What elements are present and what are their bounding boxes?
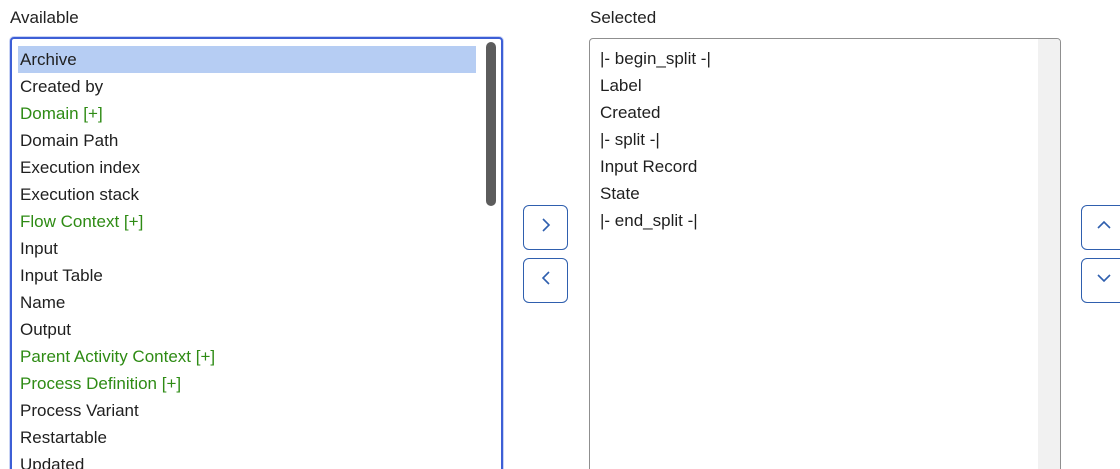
chevron-left-icon <box>538 270 554 291</box>
available-option[interactable]: Execution index <box>18 154 476 181</box>
available-option[interactable]: Restartable <box>18 424 476 451</box>
add-button[interactable] <box>523 205 568 250</box>
available-scrollbar-thumb[interactable] <box>486 42 496 206</box>
available-option[interactable]: Input <box>18 235 476 262</box>
available-items: Archive Created by Domain [+] Domain Path Ex… <box>18 46 476 469</box>
available-option[interactable]: Input Table <box>18 262 476 289</box>
available-list[interactable]: Archive Created by Domain [+] Domain Path Ex… <box>10 37 503 469</box>
available-option[interactable]: Domain Path <box>18 127 476 154</box>
selected-list[interactable]: |- begin_split -| Label Created |- split -|… <box>589 38 1061 469</box>
chevron-down-icon <box>1096 270 1112 291</box>
available-option[interactable]: Domain [+] <box>18 100 476 127</box>
chevron-up-icon <box>1096 217 1112 238</box>
available-option[interactable]: Archive <box>18 46 476 73</box>
selected-option[interactable]: |- begin_split -| <box>598 45 1028 72</box>
selected-option[interactable]: |- end_split -| <box>598 207 1028 234</box>
selected-heading: Selected <box>590 8 657 27</box>
move-up-button[interactable] <box>1081 205 1120 250</box>
available-option[interactable]: Created by <box>18 73 476 100</box>
selected-items: |- begin_split -| Label Created |- split -|… <box>598 45 1028 234</box>
available-option[interactable]: Parent Activity Context [+] <box>18 343 476 370</box>
available-option[interactable]: Flow Context [+] <box>18 208 476 235</box>
selected-option[interactable]: |- split -| <box>598 126 1028 153</box>
remove-button[interactable] <box>523 258 568 303</box>
available-scrollbar[interactable] <box>481 39 499 469</box>
available-option[interactable]: Name <box>18 289 476 316</box>
available-option[interactable]: Process Definition [+] <box>18 370 476 397</box>
chevron-right-icon <box>538 217 554 238</box>
available-option[interactable]: Execution stack <box>18 181 476 208</box>
slushbucket-field-picker: Available Selected Archive Created by Doma… <box>0 0 1120 469</box>
available-option[interactable]: Output <box>18 316 476 343</box>
available-option[interactable]: Process Variant <box>18 397 476 424</box>
selected-option[interactable]: Created <box>598 99 1028 126</box>
selected-option[interactable]: Input Record <box>598 153 1028 180</box>
move-down-button[interactable] <box>1081 258 1120 303</box>
selected-option[interactable]: Label <box>598 72 1028 99</box>
selected-option[interactable]: State <box>598 180 1028 207</box>
selected-scrollbar[interactable] <box>1038 39 1060 469</box>
available-option[interactable]: Updated <box>18 451 476 469</box>
available-heading: Available <box>10 8 79 27</box>
